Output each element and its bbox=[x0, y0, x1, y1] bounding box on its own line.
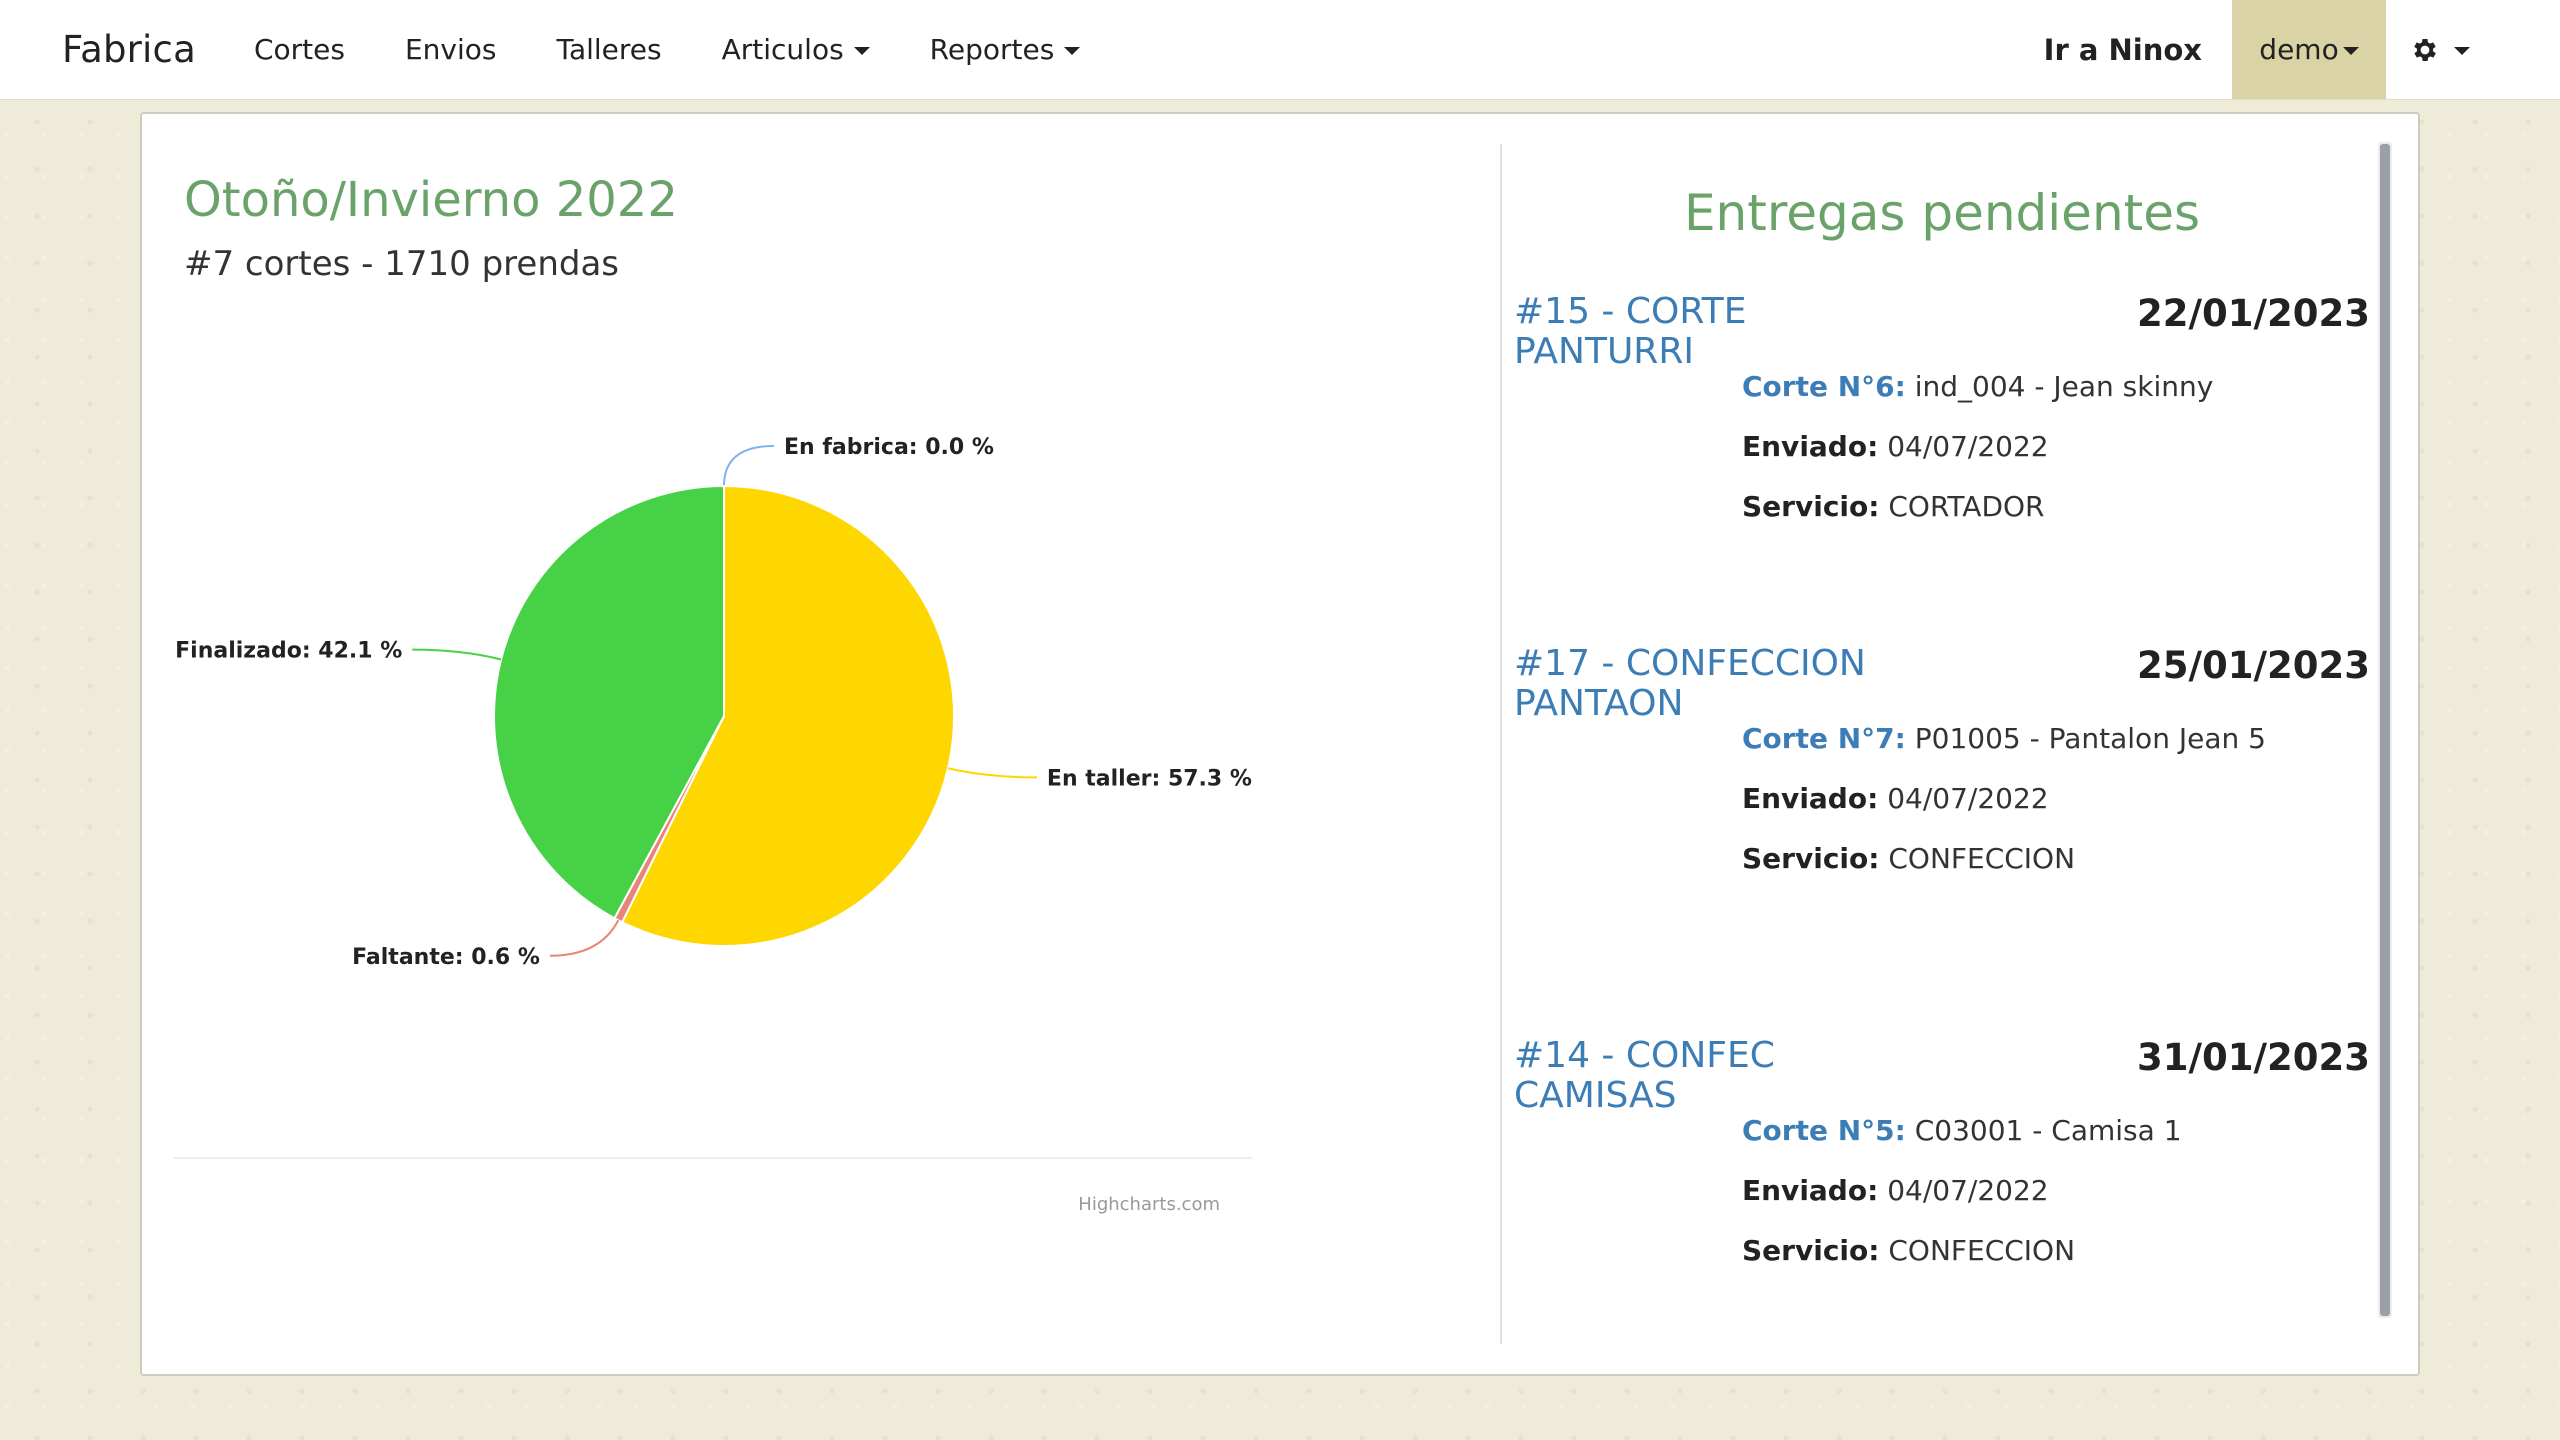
nav-talleres[interactable]: Talleres bbox=[526, 0, 691, 100]
user-dropdown[interactable]: demo bbox=[2232, 0, 2386, 99]
pie-connector bbox=[412, 648, 502, 661]
gear-icon bbox=[2414, 38, 2436, 61]
nav-cortes[interactable]: Cortes bbox=[224, 0, 375, 100]
corte-value: ind_004 - Jean skinny bbox=[1914, 370, 2214, 403]
enviado-value: 04/07/2022 bbox=[1887, 782, 2049, 815]
delivery-servicio: Servicio: CONFECCION bbox=[1742, 1234, 2075, 1267]
pie-data-label: Faltante: 0.6 % bbox=[352, 945, 540, 970]
navbar-right: Ir a Ninox demo bbox=[2014, 0, 2560, 100]
caret-down-icon bbox=[2342, 47, 2359, 55]
ninox-link[interactable]: Ir a Ninox bbox=[2014, 0, 2232, 100]
servicio-value: CONFECCION bbox=[1888, 842, 2076, 875]
pie-data-label: Finalizado: 42.1 % bbox=[175, 639, 402, 664]
delivery-corte: Corte N°7: P01005 - Pantalon Jean 5 bbox=[1742, 722, 2266, 755]
servicio-label: Servicio: bbox=[1742, 490, 1880, 523]
delivery-title-link[interactable]: #14 - CONFEC CAMISAS bbox=[1514, 1036, 1874, 1116]
top-navbar: Fabrica Cortes Envios Talleres Articulos… bbox=[0, 0, 2560, 100]
nav-cortes-label: Cortes bbox=[253, 33, 345, 66]
season-subtitle: #7 cortes - 1710 prendas bbox=[184, 244, 619, 284]
delivery-item: #14 - CONFEC CAMISAS 31/01/2023 Corte N°5:… bbox=[1514, 1036, 2370, 1322]
season-title: Otoño/Invierno 2022 bbox=[184, 172, 678, 228]
enviado-label: Enviado: bbox=[1742, 782, 1879, 815]
servicio-label: Servicio: bbox=[1742, 1234, 1880, 1267]
caret-down-icon bbox=[853, 47, 870, 55]
season-summary: Otoño/Invierno 2022 #7 cortes - 1710 pre… bbox=[142, 114, 1502, 1378]
enviado-value: 04/07/2022 bbox=[1887, 1174, 2049, 1207]
caret-down-icon bbox=[1064, 47, 1081, 55]
enviado-label: Enviado: bbox=[1742, 1174, 1879, 1207]
nav-articulos-label: Articulos bbox=[721, 33, 844, 66]
delivery-title-link[interactable]: #15 - CORTE PANTURRI bbox=[1514, 292, 1874, 372]
delivery-corte: Corte N°5: C03001 - Camisa 1 bbox=[1742, 1114, 2182, 1147]
status-pie-chart: En fabrica: 0.0 % En taller: 57.3 % Faltan… bbox=[175, 435, 1252, 1215]
delivery-servicio: Servicio: CORTADOR bbox=[1742, 490, 2045, 523]
servicio-value: CONFECCION bbox=[1888, 1234, 2076, 1267]
brand-link[interactable]: Fabrica bbox=[62, 28, 196, 71]
pie-data-label: En taller: 57.3 % bbox=[1047, 766, 1252, 791]
delivery-item: #15 - CORTE PANTURRI 22/01/2023 Corte N°6:… bbox=[1514, 292, 2370, 592]
delivery-enviado: Enviado: 04/07/2022 bbox=[1742, 782, 2049, 815]
pie-data-label: En fabrica: 0.0 % bbox=[784, 435, 994, 460]
dashboard-panel: Otoño/Invierno 2022 #7 cortes - 1710 pre… bbox=[140, 112, 2420, 1376]
nav-envios[interactable]: Envios bbox=[375, 0, 527, 100]
enviado-label: Enviado: bbox=[1742, 430, 1879, 463]
scrollbar-thumb[interactable] bbox=[2380, 144, 2390, 1316]
pie-connector bbox=[549, 919, 620, 957]
user-label: demo bbox=[2259, 33, 2339, 66]
corte-label[interactable]: Corte N°6: bbox=[1742, 370, 1906, 403]
corte-value: C03001 - Camisa 1 bbox=[1914, 1114, 2182, 1147]
enviado-value: 04/07/2022 bbox=[1887, 430, 2049, 463]
delivery-title-link[interactable]: #17 - CONFECCION PANTAON bbox=[1514, 644, 1874, 724]
servicio-value: CORTADOR bbox=[1888, 490, 2045, 523]
delivery-servicio: Servicio: CONFECCION bbox=[1742, 842, 2075, 875]
servicio-label: Servicio: bbox=[1742, 842, 1880, 875]
pie-connector bbox=[947, 767, 1037, 779]
nav-reportes-label: Reportes bbox=[929, 33, 1055, 66]
delivery-date: 25/01/2023 bbox=[2137, 644, 2370, 687]
delivery-item: #17 - CONFECCION PANTAON 25/01/2023 Corte … bbox=[1514, 644, 2370, 944]
delivery-date: 22/01/2023 bbox=[2137, 292, 2370, 335]
chart-credits-link[interactable]: Highcharts.com bbox=[1078, 1194, 1220, 1215]
pending-deliveries: Entregas pendientes #15 - CORTE PANTURRI… bbox=[1514, 144, 2370, 1322]
column-separator bbox=[1500, 144, 1502, 1344]
delivery-enviado: Enviado: 04/07/2022 bbox=[1742, 430, 2049, 463]
pie-connector bbox=[723, 445, 775, 487]
nav-reportes-dropdown[interactable]: Reportes bbox=[900, 0, 1111, 100]
deliveries-title: Entregas pendientes bbox=[1683, 184, 2201, 242]
nav-articulos-dropdown[interactable]: Articulos bbox=[692, 0, 900, 100]
delivery-date: 31/01/2023 bbox=[2137, 1036, 2370, 1079]
corte-label[interactable]: Corte N°5: bbox=[1742, 1114, 1906, 1147]
settings-dropdown[interactable] bbox=[2410, 35, 2470, 65]
divider bbox=[174, 1157, 1252, 1159]
nav-envios-label: Envios bbox=[404, 33, 497, 66]
corte-value: P01005 - Pantalon Jean 5 bbox=[1914, 722, 2266, 755]
caret-down-icon bbox=[2454, 47, 2470, 55]
delivery-corte: Corte N°6: ind_004 - Jean skinny bbox=[1742, 370, 2213, 403]
corte-label[interactable]: Corte N°7: bbox=[1742, 722, 1906, 755]
nav-talleres-label: Talleres bbox=[556, 33, 662, 66]
delivery-enviado: Enviado: 04/07/2022 bbox=[1742, 1174, 2049, 1207]
